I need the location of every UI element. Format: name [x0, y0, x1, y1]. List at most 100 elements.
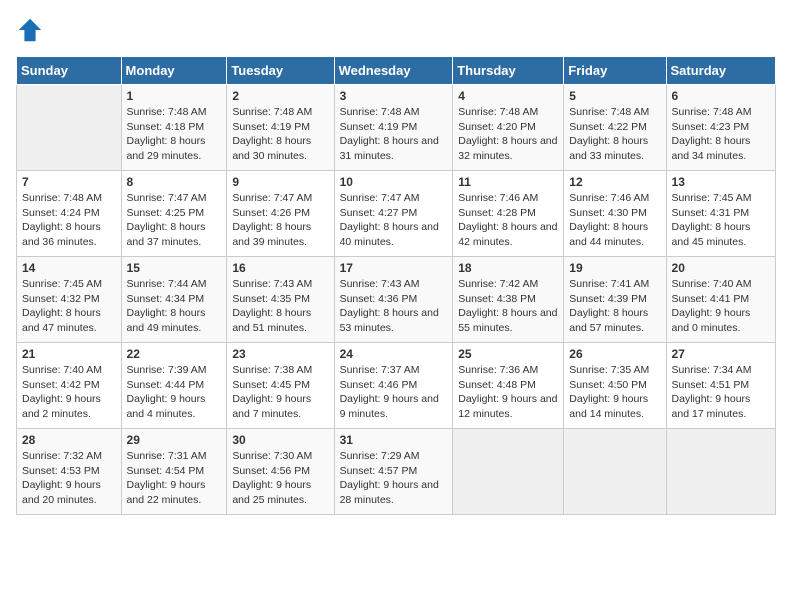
logo-icon: [16, 16, 44, 44]
calendar-cell: 21 Sunrise: 7:40 AMSunset: 4:42 PMDayligh…: [17, 343, 122, 429]
page-header: [16, 16, 776, 44]
day-number: 24: [340, 347, 448, 361]
logo: [16, 16, 48, 44]
day-header-sunday: Sunday: [17, 57, 122, 85]
day-info: Sunrise: 7:48 AMSunset: 4:20 PMDaylight:…: [458, 105, 558, 164]
calendar-cell: 27 Sunrise: 7:34 AMSunset: 4:51 PMDayligh…: [666, 343, 775, 429]
calendar-cell: 12Sunrise: 7:46 AMSunset: 4:30 PMDayligh…: [564, 171, 666, 257]
day-header-saturday: Saturday: [666, 57, 775, 85]
day-info: Sunrise: 7:47 AMSunset: 4:27 PMDaylight:…: [340, 191, 448, 250]
calendar-cell: 6 Sunrise: 7:48 AMSunset: 4:23 PMDaylight…: [666, 85, 775, 171]
day-number: 20: [672, 261, 770, 275]
day-info: Sunrise: 7:42 AMSunset: 4:38 PMDaylight:…: [458, 277, 558, 336]
calendar-cell: [564, 429, 666, 515]
day-number: 1: [127, 89, 222, 103]
calendar-week-2: 14Sunrise: 7:45 AMSunset: 4:32 PMDayligh…: [17, 257, 776, 343]
calendar-cell: 8 Sunrise: 7:47 AMSunset: 4:25 PMDaylight…: [121, 171, 227, 257]
day-number: 10: [340, 175, 448, 189]
calendar-cell: 19 Sunrise: 7:41 AMSunset: 4:39 PMDayligh…: [564, 257, 666, 343]
calendar-cell: [453, 429, 564, 515]
calendar-cell: [666, 429, 775, 515]
day-info: Sunrise: 7:37 AMSunset: 4:46 PMDaylight:…: [340, 363, 448, 422]
day-info: Sunrise: 7:38 AMSunset: 4:45 PMDaylight:…: [232, 363, 328, 422]
calendar-cell: 22 Sunrise: 7:39 AMSunset: 4:44 PMDayligh…: [121, 343, 227, 429]
calendar-cell: 15 Sunrise: 7:44 AMSunset: 4:34 PMDayligh…: [121, 257, 227, 343]
day-number: 8: [127, 175, 222, 189]
calendar-cell: 4 Sunrise: 7:48 AMSunset: 4:20 PMDaylight…: [453, 85, 564, 171]
calendar-cell: 10 Sunrise: 7:47 AMSunset: 4:27 PMDayligh…: [334, 171, 453, 257]
calendar-header-row: SundayMondayTuesdayWednesdayThursdayFrid…: [17, 57, 776, 85]
calendar-cell: 5Sunrise: 7:48 AMSunset: 4:22 PMDaylight…: [564, 85, 666, 171]
day-info: Sunrise: 7:29 AMSunset: 4:57 PMDaylight:…: [340, 449, 448, 508]
day-info: Sunrise: 7:48 AMSunset: 4:23 PMDaylight:…: [672, 105, 770, 164]
day-number: 11: [458, 175, 558, 189]
calendar-cell: 13Sunrise: 7:45 AMSunset: 4:31 PMDayligh…: [666, 171, 775, 257]
day-info: Sunrise: 7:46 AMSunset: 4:30 PMDaylight:…: [569, 191, 660, 250]
calendar-cell: 18 Sunrise: 7:42 AMSunset: 4:38 PMDayligh…: [453, 257, 564, 343]
day-header-friday: Friday: [564, 57, 666, 85]
calendar-cell: 3 Sunrise: 7:48 AMSunset: 4:19 PMDaylight…: [334, 85, 453, 171]
day-info: Sunrise: 7:45 AMSunset: 4:31 PMDaylight:…: [672, 191, 770, 250]
day-info: Sunrise: 7:41 AMSunset: 4:39 PMDaylight:…: [569, 277, 660, 336]
calendar-week-0: 1 Sunrise: 7:48 AMSunset: 4:18 PMDaylight…: [17, 85, 776, 171]
calendar-cell: 24 Sunrise: 7:37 AMSunset: 4:46 PMDayligh…: [334, 343, 453, 429]
day-number: 15: [127, 261, 222, 275]
day-info: Sunrise: 7:30 AMSunset: 4:56 PMDaylight:…: [232, 449, 328, 508]
calendar-cell: 1 Sunrise: 7:48 AMSunset: 4:18 PMDaylight…: [121, 85, 227, 171]
day-info: Sunrise: 7:48 AMSunset: 4:22 PMDaylight:…: [569, 105, 660, 164]
day-number: 18: [458, 261, 558, 275]
calendar-cell: 30 Sunrise: 7:30 AMSunset: 4:56 PMDayligh…: [227, 429, 334, 515]
day-number: 4: [458, 89, 558, 103]
day-number: 9: [232, 175, 328, 189]
day-info: Sunrise: 7:48 AMSunset: 4:19 PMDaylight:…: [340, 105, 448, 164]
day-info: Sunrise: 7:48 AMSunset: 4:19 PMDaylight:…: [232, 105, 328, 164]
day-info: Sunrise: 7:47 AMSunset: 4:26 PMDaylight:…: [232, 191, 328, 250]
calendar-cell: 25Sunrise: 7:36 AMSunset: 4:48 PMDayligh…: [453, 343, 564, 429]
calendar-cell: 14Sunrise: 7:45 AMSunset: 4:32 PMDayligh…: [17, 257, 122, 343]
day-number: 23: [232, 347, 328, 361]
day-number: 22: [127, 347, 222, 361]
day-header-wednesday: Wednesday: [334, 57, 453, 85]
day-number: 17: [340, 261, 448, 275]
day-info: Sunrise: 7:44 AMSunset: 4:34 PMDaylight:…: [127, 277, 222, 336]
day-info: Sunrise: 7:32 AMSunset: 4:53 PMDaylight:…: [22, 449, 116, 508]
day-number: 31: [340, 433, 448, 447]
calendar-cell: 26 Sunrise: 7:35 AMSunset: 4:50 PMDayligh…: [564, 343, 666, 429]
calendar-cell: [17, 85, 122, 171]
day-number: 19: [569, 261, 660, 275]
day-number: 25: [458, 347, 558, 361]
day-header-thursday: Thursday: [453, 57, 564, 85]
calendar-week-4: 28 Sunrise: 7:32 AMSunset: 4:53 PMDayligh…: [17, 429, 776, 515]
calendar-week-3: 21 Sunrise: 7:40 AMSunset: 4:42 PMDayligh…: [17, 343, 776, 429]
day-info: Sunrise: 7:35 AMSunset: 4:50 PMDaylight:…: [569, 363, 660, 422]
calendar-cell: 7 Sunrise: 7:48 AMSunset: 4:24 PMDaylight…: [17, 171, 122, 257]
day-info: Sunrise: 7:48 AMSunset: 4:24 PMDaylight:…: [22, 191, 116, 250]
calendar-cell: 9 Sunrise: 7:47 AMSunset: 4:26 PMDaylight…: [227, 171, 334, 257]
day-header-monday: Monday: [121, 57, 227, 85]
day-info: Sunrise: 7:47 AMSunset: 4:25 PMDaylight:…: [127, 191, 222, 250]
day-number: 7: [22, 175, 116, 189]
calendar-cell: 29Sunrise: 7:31 AMSunset: 4:54 PMDayligh…: [121, 429, 227, 515]
day-info: Sunrise: 7:46 AMSunset: 4:28 PMDaylight:…: [458, 191, 558, 250]
day-info: Sunrise: 7:48 AMSunset: 4:18 PMDaylight:…: [127, 105, 222, 164]
calendar-cell: 2 Sunrise: 7:48 AMSunset: 4:19 PMDaylight…: [227, 85, 334, 171]
day-info: Sunrise: 7:34 AMSunset: 4:51 PMDaylight:…: [672, 363, 770, 422]
day-info: Sunrise: 7:40 AMSunset: 4:42 PMDaylight:…: [22, 363, 116, 422]
day-number: 21: [22, 347, 116, 361]
day-info: Sunrise: 7:43 AMSunset: 4:36 PMDaylight:…: [340, 277, 448, 336]
day-number: 27: [672, 347, 770, 361]
calendar-cell: 16Sunrise: 7:43 AMSunset: 4:35 PMDayligh…: [227, 257, 334, 343]
day-number: 28: [22, 433, 116, 447]
day-number: 3: [340, 89, 448, 103]
day-info: Sunrise: 7:40 AMSunset: 4:41 PMDaylight:…: [672, 277, 770, 336]
day-number: 6: [672, 89, 770, 103]
calendar-cell: 23 Sunrise: 7:38 AMSunset: 4:45 PMDayligh…: [227, 343, 334, 429]
day-number: 2: [232, 89, 328, 103]
day-info: Sunrise: 7:39 AMSunset: 4:44 PMDaylight:…: [127, 363, 222, 422]
day-number: 30: [232, 433, 328, 447]
calendar-cell: 28 Sunrise: 7:32 AMSunset: 4:53 PMDayligh…: [17, 429, 122, 515]
day-info: Sunrise: 7:43 AMSunset: 4:35 PMDaylight:…: [232, 277, 328, 336]
day-number: 26: [569, 347, 660, 361]
day-info: Sunrise: 7:31 AMSunset: 4:54 PMDaylight:…: [127, 449, 222, 508]
calendar-cell: 17 Sunrise: 7:43 AMSunset: 4:36 PMDayligh…: [334, 257, 453, 343]
